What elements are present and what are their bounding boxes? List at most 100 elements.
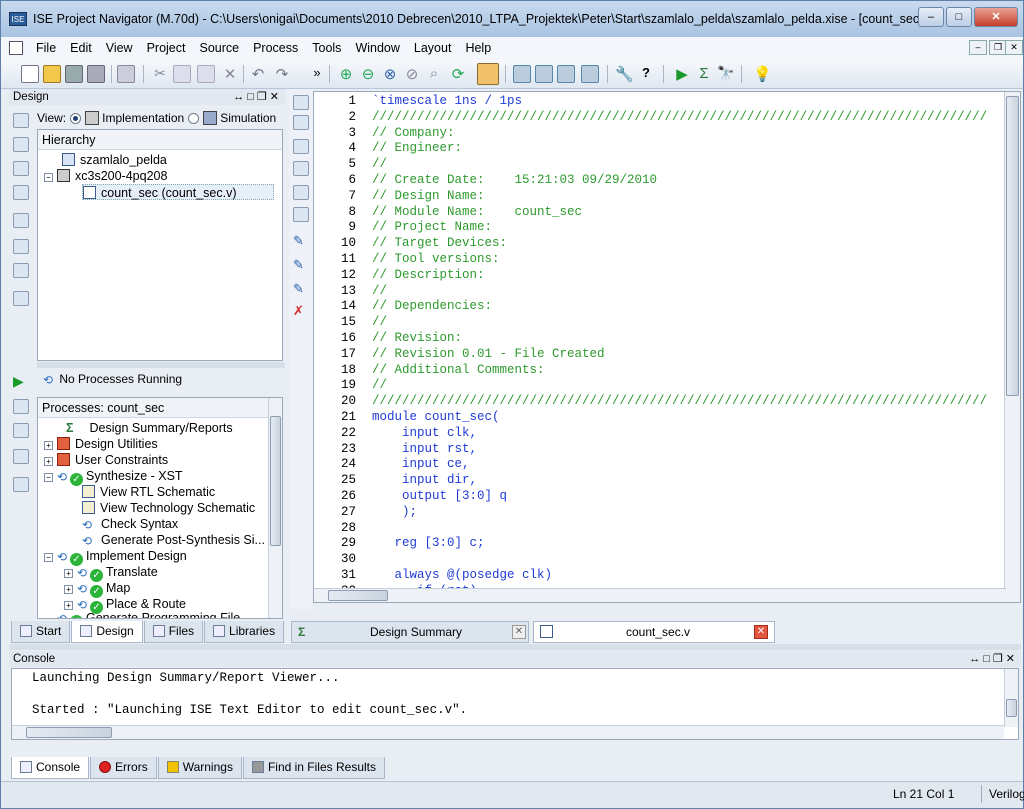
tab-libraries[interactable]: Libraries [204, 621, 285, 643]
prev-bookmark-icon[interactable]: ✎ [293, 281, 309, 296]
copy-icon[interactable] [173, 65, 191, 83]
console-hscrollbar[interactable] [12, 725, 1004, 739]
rerun-icon[interactable] [13, 399, 29, 414]
implementation-label[interactable]: Implementation [102, 111, 184, 125]
tab-design[interactable]: Design [71, 621, 143, 643]
mdi-minimize-icon[interactable]: – [969, 40, 987, 55]
process-map[interactable]: + ⟲ ✓ Map [64, 580, 130, 598]
process-user-constraints[interactable]: + User Constraints [44, 452, 168, 468]
design-panel-controls[interactable]: ↔□❐✕ [233, 89, 282, 105]
wrap-icon[interactable] [293, 185, 309, 200]
maximize-button[interactable]: □ [946, 7, 972, 27]
open-file-icon[interactable] [13, 263, 29, 278]
indent-left-icon[interactable] [293, 95, 309, 110]
console-splitter[interactable] [9, 644, 1021, 650]
tree-item-project[interactable]: szamlalo_pelda [62, 152, 167, 168]
implementation-radio[interactable] [70, 112, 82, 124]
table-view-icon[interactable] [13, 291, 29, 306]
editor-hscroll-thumb[interactable] [328, 590, 388, 601]
tab-files[interactable]: Files [143, 621, 204, 643]
tree-item-device[interactable]: − xc3s200-4pq208 [44, 168, 167, 184]
tab-errors[interactable]: Errors [90, 757, 157, 779]
process-view-rtl[interactable]: View RTL Schematic [82, 484, 215, 500]
process-design-utilities[interactable]: + Design Utilities [44, 436, 158, 452]
menu-layout[interactable]: Layout [407, 41, 459, 55]
redo-icon[interactable]: ↷ [273, 65, 291, 83]
delete-icon[interactable]: ✕ [221, 65, 239, 83]
window-list-icon[interactable] [581, 65, 599, 83]
editor-vertical-scrollbar[interactable] [1004, 92, 1020, 602]
tile-vertical-icon[interactable] [557, 65, 575, 83]
menu-window[interactable]: Window [348, 41, 406, 55]
mdi-close-icon[interactable]: ✕ [1005, 40, 1023, 55]
menu-view[interactable]: View [99, 41, 140, 55]
uncomment-icon[interactable] [293, 161, 309, 176]
hierarchy-icon[interactable] [13, 185, 29, 200]
console-hscroll-thumb[interactable] [26, 727, 112, 738]
paste-icon[interactable] [197, 65, 215, 83]
lightbulb-icon[interactable]: 💡 [753, 65, 772, 83]
next-bookmark-icon[interactable]: ✎ [293, 257, 309, 272]
collapse-icon[interactable]: − [44, 473, 53, 482]
simulation-radio[interactable] [188, 112, 200, 124]
properties-icon[interactable] [13, 239, 29, 254]
menu-tools[interactable]: Tools [305, 41, 348, 55]
process-post-synth[interactable]: ⟲ Generate Post-Synthesis Si... [82, 532, 265, 548]
process-synthesize[interactable]: − ⟲ ✓ Synthesize - XST [44, 468, 183, 486]
align-icon[interactable] [293, 207, 309, 222]
new-source-icon[interactable] [13, 161, 29, 176]
processes-scroll-thumb[interactable] [270, 416, 281, 546]
process-design-summary[interactable]: Σ Design Summary/Reports [66, 420, 233, 436]
zoom-out-icon[interactable]: ⊖ [359, 65, 377, 83]
zoom-fit-icon[interactable]: ⊘ [403, 65, 421, 83]
clear-bookmarks-icon[interactable]: ✗ [293, 303, 309, 318]
process-properties-icon[interactable] [13, 477, 29, 492]
cascade-windows-icon[interactable] [513, 65, 531, 83]
collapse-icon[interactable]: − [44, 173, 53, 182]
minimize-button[interactable]: – [918, 7, 944, 27]
tab-start[interactable]: Start [11, 621, 71, 643]
expand-icon[interactable]: + [64, 601, 73, 610]
console-vscrollbar[interactable] [1004, 669, 1018, 727]
tile-horizontal-icon[interactable] [535, 65, 553, 83]
menu-help[interactable]: Help [458, 41, 498, 55]
pin-toggle-icon[interactable] [477, 63, 499, 85]
close-tab-icon[interactable]: ✕ [512, 625, 526, 639]
run-icon[interactable]: ▶ [673, 65, 691, 83]
tab-warnings[interactable]: Warnings [157, 757, 242, 779]
comment-icon[interactable] [293, 139, 309, 154]
menu-edit[interactable]: Edit [63, 41, 99, 55]
expand-icon[interactable]: + [64, 569, 73, 578]
simulation-label[interactable]: Simulation [220, 111, 276, 125]
rerun-all-icon[interactable] [13, 423, 29, 438]
doc-tab-design-summary[interactable]: Σ Design Summary ✕ [291, 621, 529, 643]
title-bar[interactable]: ISE ISE Project Navigator (M.70d) - C:\U… [1, 1, 1023, 37]
menu-process[interactable]: Process [246, 41, 305, 55]
stop-icon[interactable] [13, 449, 29, 464]
new-file-icon[interactable] [21, 65, 39, 83]
add-copy-source-icon[interactable] [13, 137, 29, 152]
menu-project[interactable]: Project [140, 41, 193, 55]
wrench-icon[interactable]: 🔧 [615, 65, 634, 83]
print-icon[interactable] [117, 65, 135, 83]
console-vscroll-thumb[interactable] [1006, 699, 1017, 717]
tab-find-in-files[interactable]: Find in Files Results [242, 757, 385, 779]
bookmark-icon[interactable]: ✎ [293, 233, 309, 248]
open-folder-icon[interactable] [43, 65, 61, 83]
overflow-chevron-icon[interactable]: » [308, 65, 326, 83]
close-tab-icon[interactable]: ✕ [754, 625, 768, 639]
doc-tab-count-sec[interactable]: count_sec.v ✕ [533, 621, 775, 643]
code-editor[interactable]: 1 `timescale 1ns / 1ps 2//////////////////… [313, 91, 1021, 603]
cut-icon[interactable]: ✂ [151, 65, 169, 83]
refresh-icon[interactable]: ⟳ [449, 65, 467, 83]
close-button[interactable]: ✕ [974, 7, 1018, 27]
zoom-in-icon[interactable]: ⊕ [337, 65, 355, 83]
process-view-tech[interactable]: View Technology Schematic [82, 500, 255, 516]
help-pointer-icon[interactable]: ? [637, 65, 655, 83]
run-process-icon[interactable]: ▶ [13, 373, 29, 389]
process-translate[interactable]: + ⟲ ✓ Translate [64, 564, 158, 582]
panel-splitter[interactable] [37, 362, 285, 368]
undo-icon[interactable]: ↶ [249, 65, 267, 83]
remove-source-icon[interactable] [13, 213, 29, 228]
console-output[interactable]: Launching Design Summary/Report Viewer..… [11, 668, 1019, 740]
